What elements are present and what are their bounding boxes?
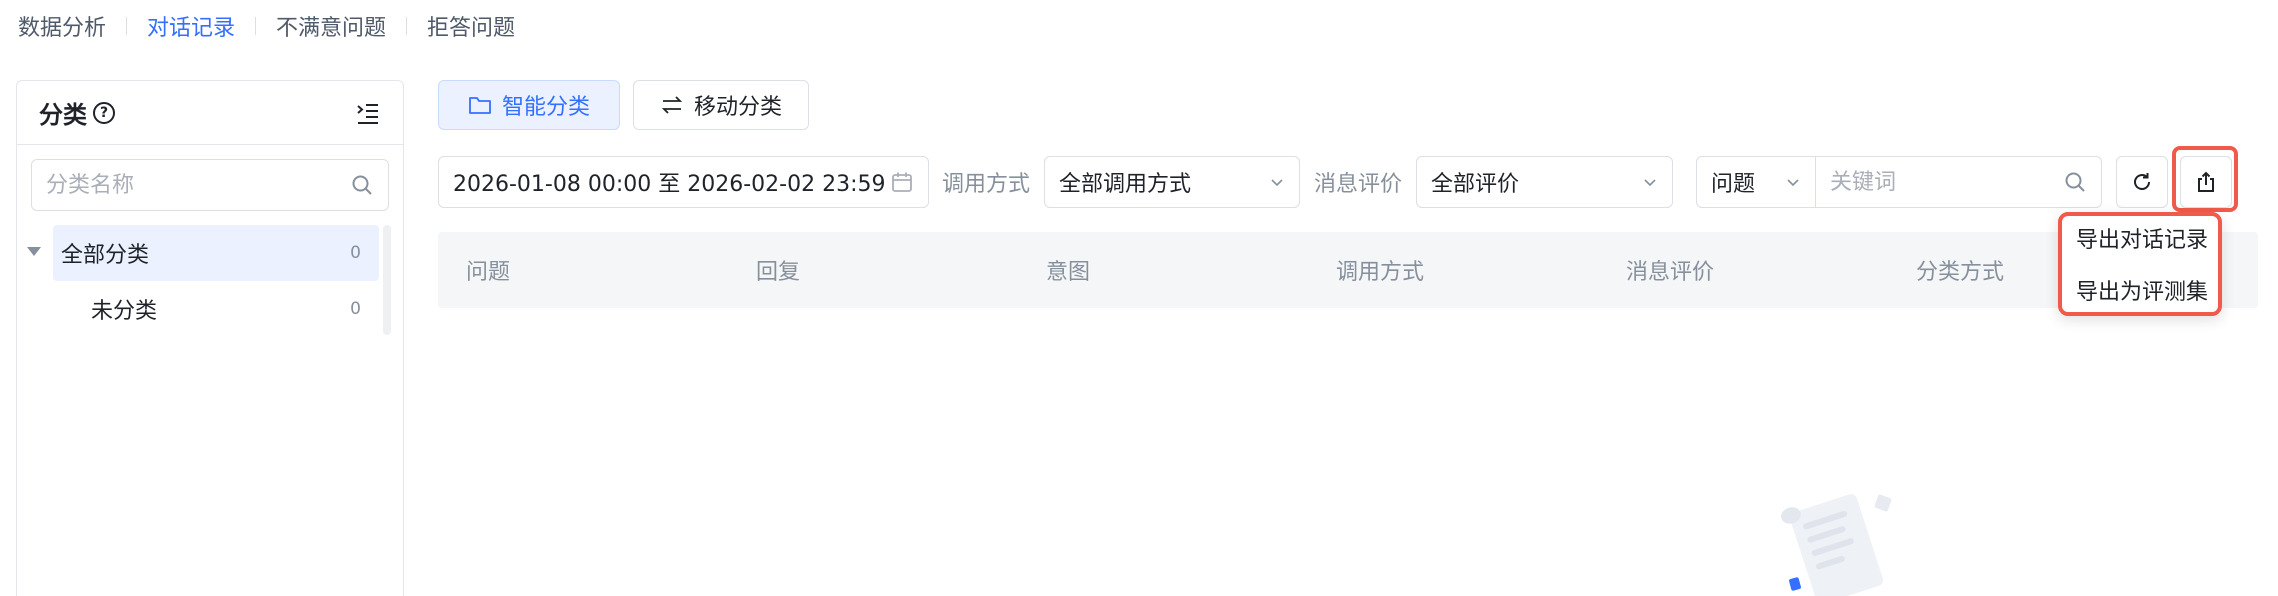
swap-icon — [661, 96, 683, 114]
export-icon — [2198, 171, 2214, 192]
help-icon[interactable]: ? — [93, 101, 115, 124]
search-type-select[interactable]: 问题 — [1696, 156, 1816, 208]
column-intent: 意图 — [1046, 260, 1091, 285]
search-icon[interactable] — [2063, 170, 2087, 194]
call-method-value: 全部调用方式 — [1059, 172, 1192, 197]
collapse-list-icon[interactable] — [355, 100, 381, 126]
refresh-icon — [2134, 173, 2150, 190]
column-evaluation: 消息评价 — [1626, 260, 1715, 285]
tree-item-label: 未分类 — [91, 299, 158, 324]
move-classify-label: 移动分类 — [693, 95, 782, 120]
top-tabs: 数据分析 对话记录 不满意问题 拒答问题 — [18, 8, 515, 44]
category-title-text: 分类 — [39, 101, 87, 129]
export-eval-set-item[interactable]: 导出为评测集 — [2058, 264, 2222, 316]
smart-classify-button[interactable]: 智能分类 — [438, 80, 620, 130]
calendar-icon — [892, 172, 912, 192]
refresh-button[interactable] — [2116, 156, 2168, 208]
empty-state-illustration — [1781, 494, 1892, 596]
tree-scrollbar[interactable] — [383, 225, 391, 335]
tab-divider — [406, 17, 408, 35]
move-classify-button[interactable]: 移动分类 — [633, 80, 809, 130]
column-reply: 回复 — [756, 260, 801, 285]
keyword-input[interactable] — [1830, 169, 2050, 195]
tab-data-analysis[interactable]: 数据分析 — [18, 10, 106, 42]
tab-unsatisfied-questions[interactable]: 不满意问题 — [276, 10, 386, 42]
date-range-picker[interactable]: 2026-01-08 00:00 至 2026-02-02 23:59 — [438, 156, 929, 208]
keyword-field — [1815, 156, 2102, 208]
export-records-item[interactable]: 导出对话记录 — [2058, 212, 2222, 264]
tree-item-label: 全部分类 — [61, 243, 150, 268]
tab-refused-questions[interactable]: 拒答问题 — [427, 10, 515, 42]
caret-down-icon[interactable] — [27, 247, 41, 256]
smart-classify-label: 智能分类 — [501, 95, 590, 120]
tree-item-count: 0 — [350, 299, 361, 319]
column-classify-method: 分类方式 — [1916, 260, 2005, 285]
search-type-value: 问题 — [1711, 172, 1756, 197]
export-button[interactable] — [2180, 156, 2232, 208]
call-method-label: 调用方式 — [942, 172, 1031, 197]
chevron-down-icon — [1271, 179, 1283, 187]
category-panel-header: 分类 ? — [17, 81, 403, 145]
category-tree: 全部分类 0 未分类 0 — [17, 225, 403, 337]
call-method-select[interactable]: 全部调用方式 — [1044, 156, 1300, 208]
category-search — [31, 159, 389, 211]
date-range-value: 2026-01-08 00:00 至 2026-02-02 23:59 — [453, 172, 886, 197]
tab-divider — [255, 17, 257, 35]
export-menu: 导出对话记录 导出为评测集 — [2058, 212, 2222, 316]
chevron-down-icon — [1787, 179, 1799, 187]
evaluation-select[interactable]: 全部评价 — [1416, 156, 1673, 208]
evaluation-label: 消息评价 — [1314, 172, 1403, 197]
search-icon[interactable] — [350, 173, 374, 197]
tab-conversation-records[interactable]: 对话记录 — [147, 10, 235, 42]
folder-icon — [469, 97, 491, 114]
category-search-input[interactable] — [46, 172, 346, 198]
column-question: 问题 — [466, 260, 511, 285]
chevron-down-icon — [1644, 179, 1656, 187]
evaluation-value: 全部评价 — [1431, 172, 1520, 197]
tree-item-count: 0 — [350, 243, 361, 263]
tree-item-all[interactable]: 全部分类 0 — [27, 225, 379, 281]
tree-item-uncategorized[interactable]: 未分类 0 — [53, 281, 379, 337]
category-title: 分类 ? — [39, 95, 115, 130]
category-panel: 分类 ? 全部分类 0 未分类 0 — [16, 80, 404, 596]
table-header: 问题 回复 意图 调用方式 消息评价 分类方式 — [438, 232, 2258, 308]
tab-divider — [126, 17, 128, 35]
column-call-method: 调用方式 — [1336, 260, 1425, 285]
